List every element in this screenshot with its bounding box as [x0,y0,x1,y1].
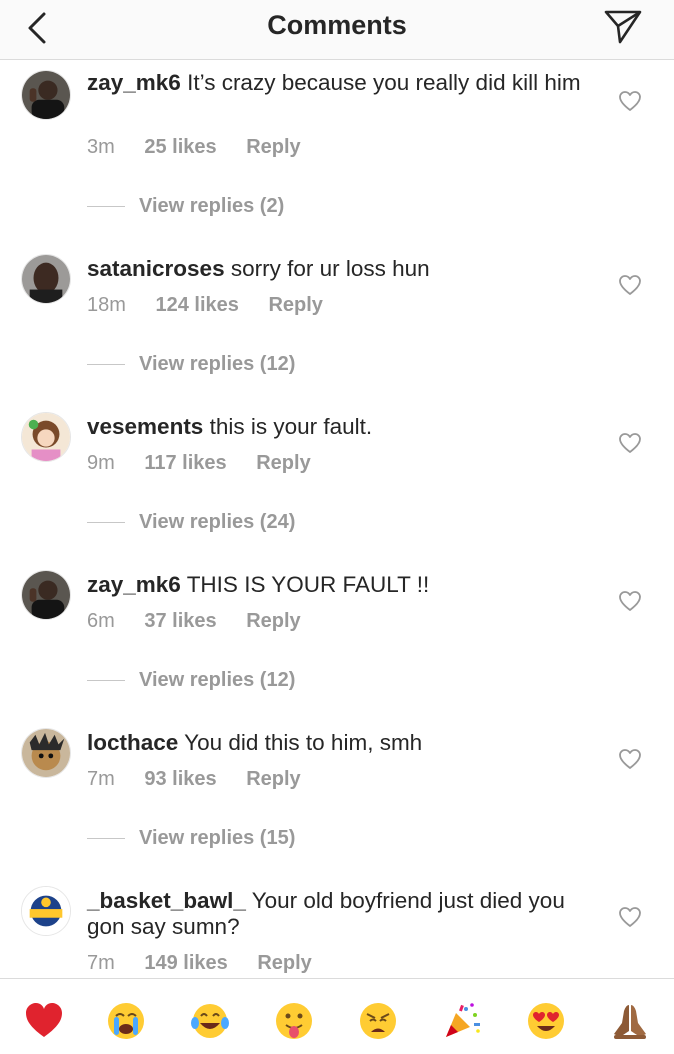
view-replies-label: View replies (2) [139,195,285,217]
comment-text: _basket_bawl_ Your old boyfriend just di… [87,888,587,940]
heart-eyes-icon[interactable] [526,1001,566,1041]
comment-text: locthace You did this to him, smh [87,730,587,756]
comment-time: 7m [87,768,115,790]
like-heart-icon[interactable] [618,906,642,928]
direct-message-icon[interactable] [602,6,644,46]
like-heart-icon[interactable] [618,274,642,296]
comment-meta: 18m 124 likes Reply [87,294,347,317]
replies-divider [87,206,125,208]
view-replies-button[interactable]: View replies (24) [87,511,295,534]
crying-face-icon[interactable] [106,1001,146,1041]
likes-count[interactable]: 25 likes [144,136,216,158]
likes-count[interactable]: 117 likes [144,452,226,474]
reply-button[interactable]: Reply [246,768,300,790]
like-heart-icon[interactable] [618,748,642,770]
comment-time: 9m [87,452,115,474]
view-replies-button[interactable]: View replies (2) [87,195,284,218]
comment-username[interactable]: _basket_bawl_ [87,888,246,913]
replies-divider [87,680,125,682]
avatar[interactable] [21,70,71,120]
avatar[interactable] [21,728,71,778]
view-replies-button[interactable]: View replies (12) [87,353,295,376]
replies-divider [87,838,125,840]
avatar[interactable] [21,254,71,304]
comment-meta: 6m 37 likes Reply [87,610,325,633]
page-title: Comments [267,10,407,40]
replies-divider [87,522,125,524]
red-heart-icon[interactable] [24,1001,64,1041]
comment-body: THIS IS YOUR FAULT !! [186,572,430,597]
tears-of-joy-icon[interactable] [190,1001,230,1041]
comment-text: zay_mk6 THIS IS YOUR FAULT !! [87,572,587,598]
comment-time: 6m [87,610,115,632]
reply-button[interactable]: Reply [246,136,300,158]
avatar[interactable] [21,570,71,620]
comment-meta: 9m 117 likes Reply [87,452,335,475]
comment-body: It’s crazy because you really did kill h… [187,70,581,95]
comment-text: satanicroses sorry for ur loss hun [87,256,587,282]
like-heart-icon[interactable] [618,432,642,454]
folded-hands-icon[interactable] [610,1001,650,1041]
comment-body: You did this to him, smh [184,730,423,755]
likes-count[interactable]: 93 likes [144,768,216,790]
view-replies-label: View replies (12) [139,669,296,691]
replies-divider [87,364,125,366]
likes-count[interactable]: 149 likes [144,952,227,974]
comment-username[interactable]: zay_mk6 [87,70,181,95]
like-heart-icon[interactable] [618,590,642,612]
like-heart-icon[interactable] [618,90,642,112]
avatar[interactable] [21,886,71,936]
emoji-bar [0,978,674,1054]
avatar[interactable] [21,412,71,462]
reply-button[interactable]: Reply [256,452,310,474]
comment-text: vesements this is your fault. [87,414,587,440]
comment-time: 7m [87,952,115,974]
comment-username[interactable]: locthace [87,730,178,755]
view-replies-label: View replies (24) [139,511,296,533]
comment-time: 3m [87,136,115,158]
comment-body: sorry for ur loss hun [230,256,430,281]
weary-face-icon[interactable] [358,1001,398,1041]
view-replies-button[interactable]: View replies (15) [87,827,295,850]
tongue-face-icon[interactable] [274,1001,314,1041]
reply-button[interactable]: Reply [257,952,311,974]
party-popper-icon[interactable] [442,1001,482,1041]
comment-time: 18m [87,294,126,316]
comment-username[interactable]: zay_mk6 [87,572,181,597]
comment-meta: 7m 149 likes Reply [87,952,336,975]
comments-list[interactable]: zay_mk6 It’s crazy because you really di… [0,60,674,978]
header-bar: Comments [0,0,674,60]
view-replies-label: View replies (15) [139,827,296,849]
reply-button[interactable]: Reply [246,610,300,632]
comment-meta: 3m 25 likes Reply [87,136,325,159]
likes-count[interactable]: 124 likes [155,294,238,316]
comment-meta: 7m 93 likes Reply [87,768,325,791]
comment-username[interactable]: satanicroses [87,256,225,281]
comment-username[interactable]: vesements [87,414,203,439]
view-replies-button[interactable]: View replies (12) [87,669,295,692]
likes-count[interactable]: 37 likes [144,610,216,632]
comment-text: zay_mk6 It’s crazy because you really di… [87,70,587,96]
comment-body: this is your fault. [209,414,373,439]
view-replies-label: View replies (12) [139,353,296,375]
reply-button[interactable]: Reply [268,294,322,316]
